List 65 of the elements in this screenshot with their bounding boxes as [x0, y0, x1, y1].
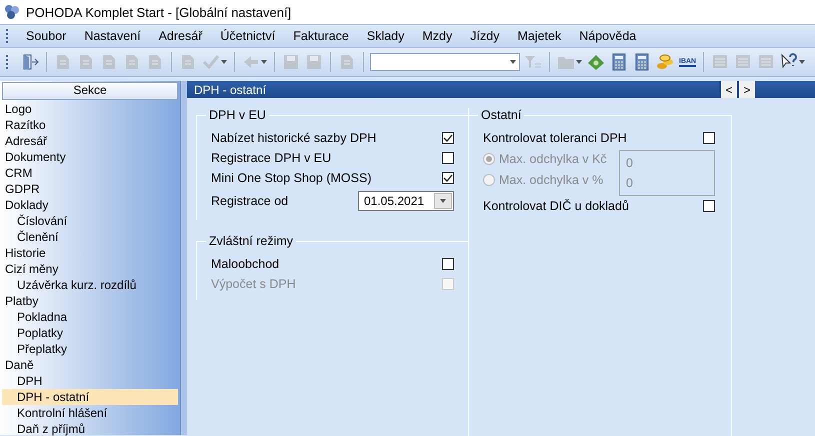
sidebar-item[interactable]: Pokladna	[2, 309, 178, 325]
sidebar-item[interactable]: Daně	[2, 357, 178, 373]
sidebar-item[interactable]: Dokumenty	[2, 149, 178, 165]
sidebar-item[interactable]: Číslování	[2, 213, 178, 229]
sidebar-item[interactable]: Přeplatky	[2, 341, 178, 357]
caret-icon	[799, 60, 806, 64]
combo-box[interactable]	[370, 53, 520, 71]
sidebar-item[interactable]: Poplatky	[2, 325, 178, 341]
sidebar-item[interactable]: Logo	[2, 101, 178, 117]
option-label: Max. odchylka v Kč	[499, 152, 607, 166]
menu-item[interactable]: Jízdy	[461, 29, 508, 43]
sidebar-item[interactable]: Členění	[2, 229, 178, 245]
sidebar-item[interactable]: DPH - ostatní	[2, 389, 178, 405]
caret-icon	[440, 199, 446, 203]
checkbox[interactable]	[442, 132, 454, 144]
option-label: Max. odchylka v %	[499, 172, 604, 186]
date-field[interactable]: 01.05.2021	[358, 191, 454, 211]
sidebar-item[interactable]: Razítko	[2, 117, 178, 133]
sidebar-item[interactable]: CRM	[2, 165, 178, 181]
sidebar-item[interactable]: Uzávěrka kurz. rozdílů	[2, 277, 178, 293]
window-title: POHODA Komplet Start - [Globální nastavení]	[26, 4, 292, 20]
menu-item[interactable]: Sklady	[358, 29, 414, 43]
menu-item[interactable]: Majetek	[508, 29, 570, 43]
sidebar-item[interactable]: Kontrolní hlášení	[2, 405, 178, 421]
field-label: Registrace od	[211, 194, 288, 208]
nav-button[interactable]: <	[719, 81, 737, 98]
sidebar-item[interactable]: Cizí měny	[2, 261, 178, 277]
sidebar-item[interactable]: Adresář	[2, 133, 178, 149]
sidebar-item[interactable]: DPH	[2, 373, 178, 389]
group-title: DPH v EU	[208, 108, 267, 122]
checkbox[interactable]	[442, 258, 454, 270]
option-label: Kontrolovat toleranci DPH	[483, 131, 627, 145]
option-label: Mini One Stop Shop (MOSS)	[211, 171, 372, 185]
option-label: Maloobchod	[211, 257, 280, 271]
section-header: Sekce	[2, 82, 178, 100]
checkbox[interactable]	[442, 152, 454, 164]
sidebar-item[interactable]: Platby	[2, 293, 178, 309]
menu-item[interactable]: Nápověda	[570, 29, 646, 43]
sidebar-item[interactable]: Doklady	[2, 197, 178, 213]
checkbox[interactable]	[703, 200, 715, 212]
help-pointer-icon[interactable]	[780, 53, 798, 71]
checkbox[interactable]	[442, 172, 454, 184]
group-title: Ostatní	[480, 108, 522, 122]
sidebar-item[interactable]: Historie	[2, 245, 178, 261]
nav-button[interactable]: >	[737, 81, 755, 98]
caret-icon	[510, 60, 516, 64]
option-label: Výpočet s DPH	[211, 277, 296, 291]
group-title: Zvláštní režimy	[208, 234, 294, 248]
option-label: Nabízet historické sazby DPH	[211, 131, 376, 145]
sidebar-item[interactable]: Daň z příjmů	[2, 421, 178, 436]
caret-icon	[261, 60, 267, 64]
menu-item[interactable]: Mzdy	[413, 29, 462, 43]
menu-item[interactable]: Účetnictví	[211, 29, 284, 43]
option-label: Registrace DPH v EU	[211, 151, 332, 165]
caret-icon	[576, 60, 582, 64]
panel-title: DPH - ostatní	[194, 82, 268, 96]
caret-icon	[221, 60, 227, 64]
sidebar-item[interactable]: GDPR	[2, 181, 178, 197]
menu-item[interactable]: Nastavení	[75, 29, 150, 43]
checkbox[interactable]	[703, 132, 715, 144]
app-icon	[4, 4, 20, 20]
menu-item[interactable]: Soubor	[17, 29, 76, 43]
option-label: Kontrolovat DIČ u dokladů	[483, 199, 629, 213]
menu-item[interactable]: Fakturace	[284, 29, 358, 43]
menu-item[interactable]: Adresář	[150, 29, 212, 43]
